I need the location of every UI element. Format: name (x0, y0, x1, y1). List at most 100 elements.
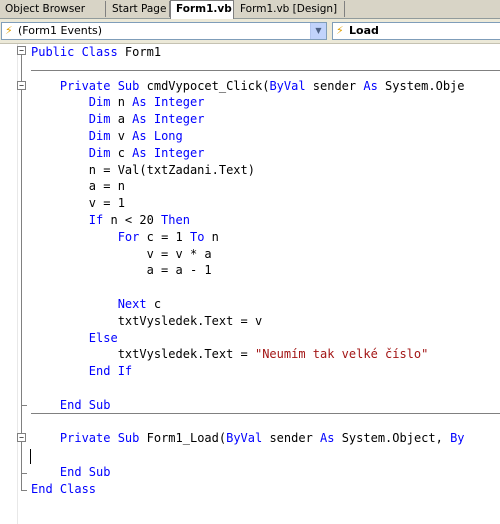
code-text: a = n (31, 179, 125, 194)
code-line[interactable]: n = Val(txtZadani.Text) (31, 162, 255, 179)
code-keyword: ByVal (226, 431, 263, 446)
code-text: n < 20 (103, 213, 162, 227)
code-keyword: End If (88, 364, 133, 379)
code-keyword: As Integer (132, 95, 205, 110)
tab-form1-vb-design[interactable]: Form1.vb [Design] (235, 1, 345, 17)
code-text: v (110, 129, 133, 143)
class-name-value: (Form1 Events) (18, 24, 103, 37)
code-text: c (110, 145, 133, 160)
code-keyword: Private Sub (59, 78, 140, 93)
method-name-dropdown[interactable]: ⚡ Load (332, 22, 500, 40)
code-line[interactable]: Private Sub cmdVypocet_Click(ByVal sende… (31, 78, 465, 95)
code-text: txtVysledek.Text = (31, 347, 255, 362)
code-line[interactable]: Private Sub Form1_Load(ByVal sender As S… (31, 430, 465, 447)
procedure-separator (31, 70, 500, 71)
lightning-icon: ⚡ (336, 24, 344, 37)
code-keyword: Dim (88, 95, 111, 110)
outline-connector (21, 51, 22, 490)
outline-tick (21, 490, 27, 491)
code-keyword: To (189, 229, 205, 244)
code-editor[interactable]: − − − Public Class Form1 Private Sub cmd… (0, 44, 500, 524)
code-line[interactable]: If n < 20 Then (31, 212, 190, 229)
code-text: txtVysledek.Text = v (31, 313, 263, 328)
code-line[interactable]: v = v * a (31, 246, 212, 263)
code-line[interactable]: End If (31, 363, 132, 380)
code-keyword: As Long (132, 129, 183, 143)
document-tab-strip: Object Browser Start Page Form1.vb Form1… (0, 0, 500, 19)
code-text: Form1_Load( (139, 431, 227, 446)
code-line[interactable]: a = a - 1 (31, 262, 212, 279)
code-keyword: Dim (88, 145, 111, 160)
code-keyword: Public Class (31, 45, 118, 59)
code-text: v = v * a (31, 246, 212, 261)
code-keyword: End Sub (59, 397, 111, 412)
code-line[interactable]: Else (31, 330, 118, 347)
code-keyword: If (88, 213, 104, 227)
editor-margin (17, 44, 18, 524)
class-name-dropdown[interactable]: ⚡ (Form1 Events) ▼ (1, 22, 327, 40)
code-text: c = 1 (139, 229, 190, 244)
code-keyword: ByVal (269, 78, 306, 93)
outline-tick (21, 473, 27, 474)
code-keyword: As (320, 431, 335, 446)
code-line[interactable]: Dim n As Integer (31, 94, 205, 111)
outline-tick (21, 405, 27, 406)
code-keyword: As Integer (132, 112, 205, 127)
code-line[interactable]: a = n (31, 178, 125, 195)
code-line[interactable]: End Class (31, 481, 96, 498)
code-keyword: For (117, 229, 140, 244)
code-line[interactable]: Next c (31, 296, 161, 313)
code-text: a = a - 1 (31, 263, 212, 278)
code-string: "Neumím tak velké číslo" (254, 347, 429, 362)
code-text: n (110, 95, 133, 110)
code-text: sender (262, 431, 321, 446)
tab-start-page[interactable]: Start Page (107, 1, 170, 17)
code-text: a (110, 112, 133, 127)
code-text: sender (305, 78, 364, 93)
code-text: c (146, 297, 162, 311)
navigation-bar: ⚡ (Form1 Events) ▼ ⚡ Load (0, 19, 500, 44)
code-line[interactable]: Public Class Form1 (31, 44, 161, 61)
collapse-icon[interactable]: − (17, 46, 26, 55)
code-keyword: As Integer (132, 145, 205, 160)
code-keyword: Else (88, 330, 118, 345)
lightning-icon: ⚡ (5, 24, 13, 37)
chevron-down-icon[interactable]: ▼ (310, 23, 326, 39)
code-text: n = Val(txtZadani.Text) (31, 162, 255, 177)
code-text: Form1 (117, 45, 162, 59)
code-line[interactable]: End Sub (31, 397, 111, 414)
code-keyword: Dim (88, 129, 111, 143)
code-text: cmdVypocet_Click( (139, 78, 270, 93)
code-line[interactable]: Dim v As Long (31, 128, 183, 145)
code-text: v = 1 (31, 196, 125, 211)
code-line[interactable]: End Sub (31, 464, 111, 481)
code-text: n (204, 229, 219, 244)
code-line[interactable]: Dim a As Integer (31, 111, 205, 128)
code-keyword: End Class (31, 481, 97, 496)
code-keyword: As (363, 78, 378, 93)
code-line[interactable]: txtVysledek.Text = "Neumím tak velké čís… (31, 346, 429, 363)
code-line[interactable]: Dim c As Integer (31, 145, 205, 162)
code-line[interactable]: v = 1 (31, 195, 125, 212)
code-line[interactable]: For c = 1 To n (31, 229, 219, 246)
code-keyword: By (450, 431, 465, 446)
tab-form1-vb[interactable]: Form1.vb (170, 0, 234, 19)
tab-object-browser[interactable]: Object Browser (0, 1, 106, 17)
method-name-value: Load (349, 24, 379, 37)
code-line[interactable]: txtVysledek.Text = v (31, 313, 263, 330)
code-keyword: Next (117, 297, 147, 311)
collapse-icon[interactable]: − (17, 81, 26, 90)
collapse-icon[interactable]: − (17, 433, 26, 442)
